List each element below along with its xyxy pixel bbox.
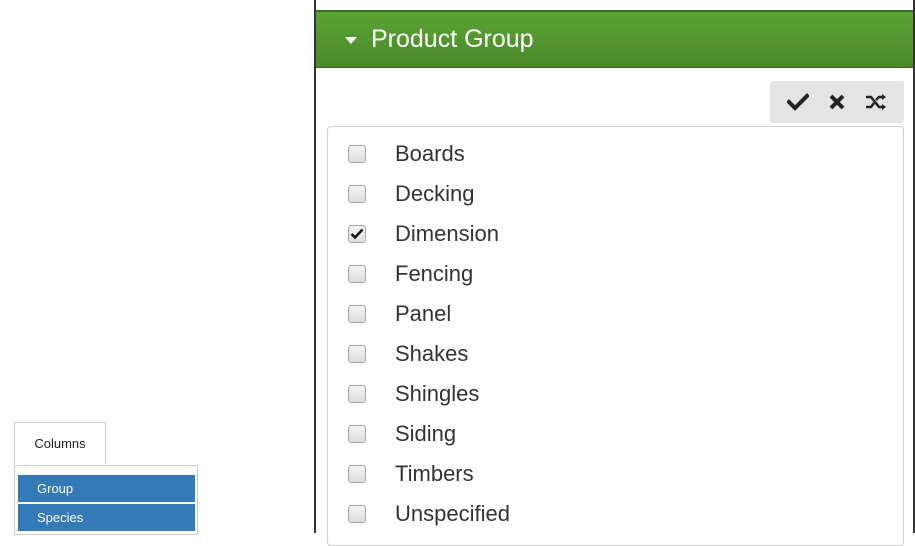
option-fencing[interactable]: Fencing	[348, 254, 473, 294]
checkbox[interactable]	[348, 345, 366, 363]
select-all-button[interactable]	[783, 87, 813, 117]
option-siding[interactable]: Siding	[348, 414, 456, 454]
option-label: Siding	[395, 421, 457, 446]
invert-selection-button[interactable]	[861, 87, 891, 117]
dropdown-item-species[interactable]: Species	[18, 504, 195, 531]
option-timbers[interactable]: Timbers	[348, 454, 474, 494]
checkbox[interactable]	[348, 185, 366, 203]
option-label: Fencing	[395, 261, 474, 286]
columns-button[interactable]: Columns	[14, 422, 106, 464]
clear-all-button[interactable]	[822, 87, 852, 117]
columns-dropdown: Group Species	[14, 465, 198, 535]
checkbox-checked[interactable]	[348, 225, 366, 243]
checkmark-icon	[350, 228, 364, 240]
option-shakes[interactable]: Shakes	[348, 334, 468, 374]
option-label: Timbers	[395, 461, 474, 486]
option-decking[interactable]: Decking	[348, 174, 474, 214]
product-group-header[interactable]: Product Group	[316, 10, 913, 68]
filter-toolbar	[770, 81, 904, 123]
option-label: Panel	[395, 301, 452, 326]
option-label: Decking	[395, 181, 475, 206]
option-panel[interactable]: Panel	[348, 294, 451, 334]
shuffle-icon	[866, 94, 887, 110]
option-label: Unspecified	[395, 501, 510, 526]
option-label: Dimension	[395, 221, 499, 246]
checkbox[interactable]	[348, 425, 366, 443]
option-boards[interactable]: Boards	[348, 134, 465, 174]
check-icon	[786, 93, 809, 111]
panel-title: Product Group	[371, 25, 534, 53]
option-unspecified[interactable]: Unspecified	[348, 494, 510, 534]
checkbox[interactable]	[348, 505, 366, 523]
checkbox[interactable]	[348, 385, 366, 403]
panel-left-border	[314, 0, 316, 533]
x-icon	[829, 94, 845, 110]
option-label: Shingles	[395, 381, 480, 406]
checkbox[interactable]	[348, 305, 366, 323]
option-label: Shakes	[395, 341, 469, 366]
option-shingles[interactable]: Shingles	[348, 374, 479, 414]
checkbox[interactable]	[348, 465, 366, 483]
option-label: Boards	[395, 141, 465, 166]
dropdown-item-group[interactable]: Group	[18, 475, 195, 502]
checkbox[interactable]	[348, 145, 366, 163]
caret-down-icon	[345, 37, 357, 44]
checkbox[interactable]	[348, 265, 366, 283]
option-dimension[interactable]: Dimension	[348, 214, 499, 254]
